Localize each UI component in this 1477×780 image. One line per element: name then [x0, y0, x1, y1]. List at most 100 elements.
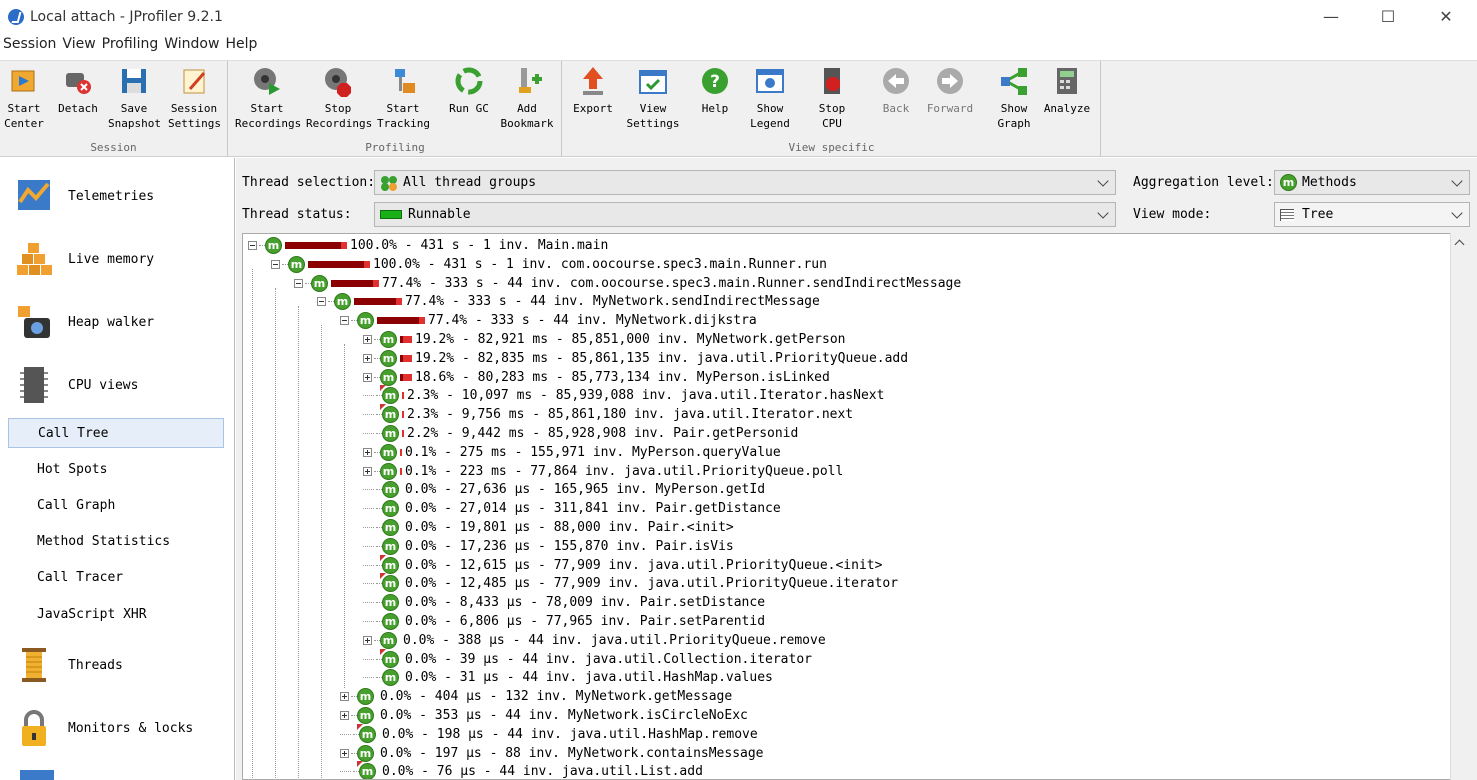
export-button[interactable]: Export: [569, 65, 617, 116]
sidebar-sub-call-tree[interactable]: Call Tree: [8, 418, 224, 448]
start-recordings-button[interactable]: Start Recordings: [235, 65, 301, 131]
method-icon: m: [357, 688, 374, 706]
tree-row[interactable]: m 0.1% - 223 ms - 77,864 inv. java.util.P…: [363, 462, 843, 481]
call-tree[interactable]: m 100.0% - 431 s - 1 inv. Main.main m 100.0…: [242, 233, 1450, 780]
toolbar-group-session: Start Center Detach Save Snapshot Sessio…: [0, 61, 228, 157]
back-button[interactable]: Back: [871, 65, 921, 116]
expand-icon[interactable]: [340, 711, 349, 720]
tree-row[interactable]: m 0.0% - 39 µs - 44 inv. java.util.Collec…: [363, 648, 812, 669]
percentage-bar: [308, 260, 370, 268]
lock-icon: [14, 708, 54, 748]
stop-recordings-button[interactable]: Stop Recordings: [306, 65, 372, 131]
tree-row[interactable]: m 0.0% - 197 µs - 88 inv. MyNetwork.conta…: [340, 744, 764, 763]
expand-icon[interactable]: [363, 466, 372, 476]
tree-row[interactable]: m 0.0% - 8,433 µs - 78,009 inv. Pair.setD…: [363, 593, 765, 612]
maximize-button[interactable]: ☐: [1358, 0, 1418, 33]
tree-row[interactable]: m 0.0% - 12,485 µs - 77,909 inv. java.uti…: [363, 573, 898, 593]
menu-session[interactable]: Session: [0, 36, 59, 58]
tree-row[interactable]: m 18.6% - 80,283 ms - 85,773,134 inv. MyP…: [363, 368, 830, 387]
scroll-up-icon[interactable]: [1454, 239, 1465, 250]
run-gc-button[interactable]: Run GC: [445, 65, 493, 116]
menu-view[interactable]: View: [59, 36, 98, 58]
expand-icon[interactable]: [363, 335, 372, 344]
method-icon: m: [357, 744, 374, 762]
stop-cpu-button[interactable]: Stop CPU: [807, 65, 857, 131]
window-title: Local attach - JProfiler 9.2.1: [30, 8, 223, 25]
sidebar-item-telemetries[interactable]: Telemetries: [14, 176, 154, 216]
start-center-button[interactable]: Start Center: [2, 65, 46, 131]
tree-row[interactable]: m 19.2% - 82,835 ms - 85,861,135 inv. jav…: [363, 349, 908, 368]
sidebar-item-cpu-views[interactable]: CPU views: [14, 365, 138, 405]
add-bookmark-button[interactable]: Add Bookmark: [499, 65, 555, 131]
tree-row[interactable]: m 0.0% - 198 µs - 44 inv. java.util.HashM…: [340, 723, 758, 744]
tree-row-label: 0.0% - 19,801 µs - 88,000 inv. Pair.<ini…: [405, 520, 734, 535]
tree-row[interactable]: m 0.0% - 6,806 µs - 77,965 inv. Pair.setP…: [363, 612, 765, 631]
tree-row[interactable]: m 0.0% - 27,014 µs - 311,841 inv. Pair.ge…: [363, 499, 781, 518]
tree-row[interactable]: m 0.1% - 275 ms - 155,971 inv. MyPerson.q…: [363, 443, 781, 462]
tree-row[interactable]: m 0.0% - 12,615 µs - 77,909 inv. java.uti…: [363, 554, 882, 575]
sidebar-item-monitors-locks[interactable]: Monitors & locks: [14, 708, 193, 748]
expand-icon[interactable]: [363, 447, 372, 457]
recycle-icon: [453, 65, 485, 97]
close-button[interactable]: ✕: [1416, 0, 1476, 33]
tree-row[interactable]: m 0.0% - 404 µs - 132 inv. MyNetwork.getM…: [340, 687, 732, 706]
tree-row[interactable]: m 0.0% - 353 µs - 44 inv. MyNetwork.isCir…: [340, 706, 748, 725]
save-snapshot-button[interactable]: Save Snapshot: [108, 65, 161, 131]
view-mode-dropdown[interactable]: Tree: [1274, 202, 1470, 227]
tree-row[interactable]: m 19.2% - 82,921 ms - 85,851,000 inv. MyN…: [363, 330, 845, 349]
expand-icon[interactable]: [363, 353, 372, 363]
sidebar-sub-call-graph[interactable]: Call Graph: [8, 491, 224, 521]
analyze-button[interactable]: Analyze: [1041, 65, 1093, 116]
tree-row[interactable]: m 77.4% - 333 s - 44 inv. com.oocourse.sp…: [294, 274, 961, 293]
tree-row[interactable]: m 0.0% - 27,636 µs - 165,965 inv. MyPerso…: [363, 480, 765, 499]
method-icon: m: [380, 404, 399, 424]
sidebar-sub-hot-spots[interactable]: Hot Spots: [8, 455, 224, 485]
collapse-icon[interactable]: [317, 297, 326, 307]
percentage-bar: [402, 411, 404, 419]
expand-icon[interactable]: [363, 635, 372, 645]
title-bar: Local attach - JProfiler 9.2.1 — ☐ ✕: [0, 0, 1477, 33]
tree-row[interactable]: m 2.2% - 9,442 ms - 85,928,908 inv. Pair.…: [363, 424, 798, 443]
show-graph-button[interactable]: Show Graph: [989, 65, 1039, 131]
forward-button[interactable]: Forward: [925, 65, 975, 116]
tree-row[interactable]: m 2.3% - 9,756 ms - 85,861,180 inv. java.…: [363, 404, 853, 424]
detach-button[interactable]: Detach: [56, 65, 100, 116]
expand-icon[interactable]: [340, 692, 349, 702]
menu-window[interactable]: Window: [161, 36, 222, 58]
tree-row[interactable]: m 0.0% - 31 µs - 44 inv. java.util.HashMa…: [363, 668, 773, 687]
menu-help[interactable]: Help: [222, 36, 260, 58]
tree-row[interactable]: m 0.0% - 19,801 µs - 88,000 inv. Pair.<in…: [363, 518, 734, 537]
sidebar-item-heap-walker[interactable]: Heap walker: [14, 302, 154, 342]
sidebar-sub-call-tracer[interactable]: Call Tracer: [8, 563, 224, 593]
tree-row[interactable]: m 77.4% - 333 s - 44 inv. MyNetwork.sendI…: [317, 292, 820, 311]
aggregation-level-dropdown[interactable]: m Methods: [1274, 170, 1470, 195]
collapse-icon[interactable]: [248, 241, 257, 250]
sidebar-sub-javascript-xhr[interactable]: JavaScript XHR: [8, 600, 224, 630]
vertical-scrollbar[interactable]: [1450, 233, 1470, 780]
tree-row[interactable]: m 77.4% - 333 s - 44 inv. MyNetwork.dijks…: [340, 311, 757, 330]
sidebar-item-threads[interactable]: Threads: [14, 645, 123, 685]
tree-row[interactable]: m 0.0% - 17,236 µs - 155,870 inv. Pair.is…: [363, 537, 734, 556]
tree-row[interactable]: m 0.0% - 388 µs - 44 inv. java.util.Prior…: [363, 631, 826, 650]
jprofiler-app-icon: [8, 8, 24, 25]
tree-row[interactable]: m 100.0% - 431 s - 1 inv. Main.main: [248, 236, 608, 255]
collapse-icon[interactable]: [271, 259, 280, 269]
sidebar-item-live-memory[interactable]: Live memory: [14, 239, 154, 279]
expand-icon[interactable]: [363, 372, 372, 382]
thread-status-dropdown[interactable]: Runnable: [374, 202, 1116, 227]
expand-icon[interactable]: [340, 748, 349, 758]
show-legend-button[interactable]: Show Legend: [745, 65, 795, 131]
session-settings-button[interactable]: Session Settings: [168, 65, 221, 131]
tree-row[interactable]: m 2.3% - 10,097 ms - 85,939,088 inv. java…: [363, 385, 884, 405]
menu-profiling[interactable]: Profiling: [99, 36, 162, 58]
thread-selection-dropdown[interactable]: All thread groups: [374, 170, 1116, 195]
collapse-icon[interactable]: [294, 278, 303, 288]
start-tracking-button[interactable]: Start Tracking: [377, 65, 430, 131]
tree-row[interactable]: m 100.0% - 431 s - 1 inv. com.oocourse.sp…: [271, 255, 827, 274]
sidebar-sub-method-statistics[interactable]: Method Statistics: [8, 527, 224, 557]
help-button[interactable]: ? Help: [691, 65, 739, 116]
collapse-icon[interactable]: [340, 316, 349, 326]
minimize-button[interactable]: —: [1301, 0, 1361, 33]
tree-row[interactable]: m 0.0% - 76 µs - 44 inv. java.util.List.a…: [340, 761, 703, 779]
view-settings-button[interactable]: View Settings: [625, 65, 681, 131]
